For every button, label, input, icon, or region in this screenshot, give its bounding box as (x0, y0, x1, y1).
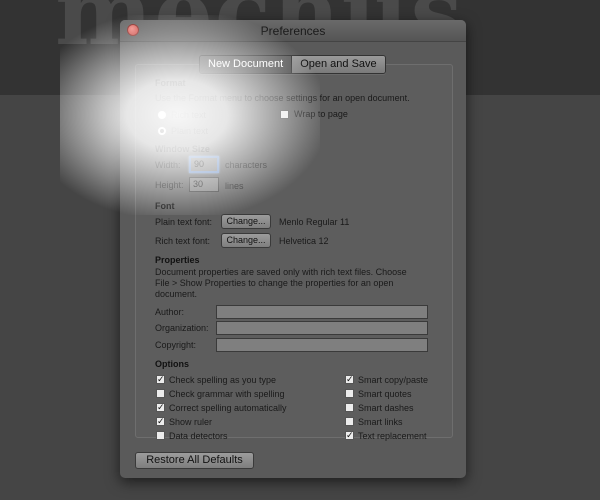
wrap-to-page-label: Wrap to page (294, 109, 348, 119)
check-grammar-checkbox[interactable] (156, 389, 165, 398)
smart-copy-paste-checkbox[interactable] (345, 375, 354, 384)
data-detectors-label: Data detectors (169, 431, 228, 441)
organization-label: Organization: (155, 323, 209, 333)
format-heading: Format (155, 78, 186, 88)
properties-text-line1: Document properties are saved only with … (155, 267, 407, 277)
author-label: Author: (155, 307, 185, 317)
restore-all-defaults-button[interactable]: Restore All Defaults (135, 452, 254, 469)
height-label: Height: (155, 180, 184, 190)
properties-text-line2: File > Show Properties to change the pro… (155, 278, 394, 288)
author-field[interactable] (216, 305, 428, 319)
properties-heading: Properties (155, 255, 200, 265)
window-title: Preferences (260, 24, 326, 38)
tab-open-and-save[interactable]: Open and Save (291, 56, 385, 73)
rich-font-label: Rich text font: (155, 236, 211, 246)
window-size-heading: Window Size (155, 144, 210, 154)
smart-links-checkbox[interactable] (345, 417, 354, 426)
font-heading: Font (155, 201, 175, 211)
check-spelling-checkbox[interactable] (156, 375, 165, 384)
smart-quotes-label: Smart quotes (358, 389, 412, 399)
wrap-to-page-checkbox[interactable] (280, 110, 289, 119)
smart-dashes-checkbox[interactable] (345, 403, 354, 412)
width-unit: characters (225, 160, 268, 170)
smart-dashes-label: Smart dashes (358, 403, 414, 413)
height-unit: lines (225, 181, 244, 191)
properties-text-line3: document. (155, 289, 198, 299)
text-replacement-label: Text replacement (358, 431, 427, 441)
show-ruler-checkbox[interactable] (156, 417, 165, 426)
plain-text-radio[interactable] (157, 126, 167, 136)
options-heading: Options (155, 359, 189, 369)
organization-field[interactable] (216, 321, 428, 335)
height-field[interactable]: 30 (189, 177, 219, 192)
width-field[interactable]: 90 (189, 156, 219, 173)
preferences-window: Preferences New Document Open and Save F… (120, 20, 466, 478)
title-bar[interactable]: Preferences (120, 20, 466, 42)
data-detectors-checkbox[interactable] (156, 431, 165, 440)
tab-bar: New Document Open and Save (199, 55, 386, 74)
smart-copy-paste-label: Smart copy/paste (358, 375, 429, 385)
smart-links-label: Smart links (358, 417, 403, 427)
smart-quotes-checkbox[interactable] (345, 389, 354, 398)
plain-text-label: Plain text (171, 126, 209, 136)
width-label: Width: (155, 160, 181, 170)
plain-font-label: Plain text font: (155, 217, 213, 227)
correct-spelling-label: Correct spelling automatically (169, 403, 287, 413)
copyright-label: Copyright: (155, 340, 197, 350)
show-ruler-label: Show ruler (169, 417, 213, 427)
format-description: Use the Format menu to choose settings f… (155, 93, 410, 103)
correct-spelling-checkbox[interactable] (156, 403, 165, 412)
text-replacement-checkbox[interactable] (345, 431, 354, 440)
change-rich-font-button[interactable]: Change... (221, 233, 271, 248)
check-spelling-label: Check spelling as you type (169, 375, 277, 385)
tab-new-document[interactable]: New Document (200, 56, 292, 73)
plain-font-value: Menlo Regular 11 (279, 217, 350, 227)
check-grammar-label: Check grammar with spelling (169, 389, 285, 399)
rich-text-radio[interactable] (157, 110, 167, 120)
copyright-field[interactable] (216, 338, 428, 352)
change-plain-font-button[interactable]: Change... (221, 214, 271, 229)
rich-font-value: Helvetica 12 (279, 236, 329, 246)
rich-text-label: Rich text (171, 110, 207, 120)
